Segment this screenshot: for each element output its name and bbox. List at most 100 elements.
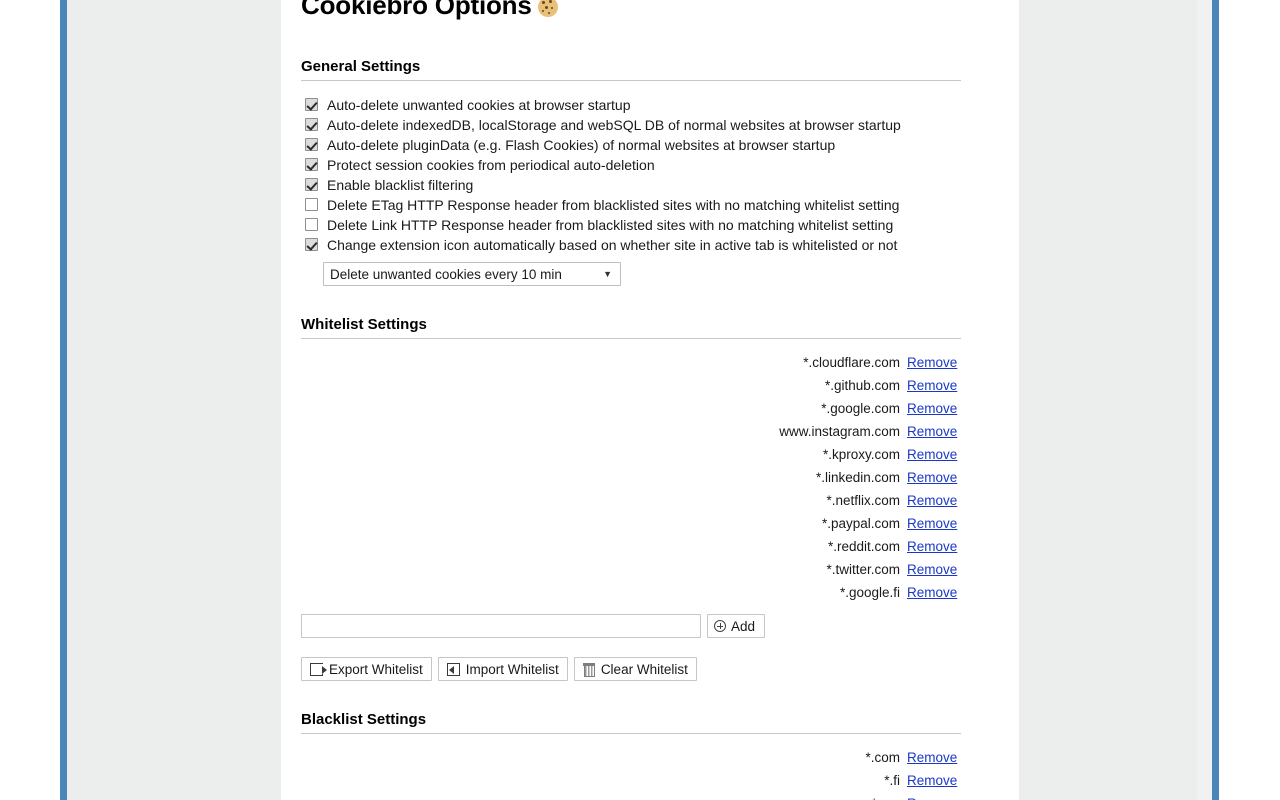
import-whitelist-label: Import Whitelist — [466, 662, 559, 677]
blacklist-domain: *.fi — [884, 773, 900, 788]
whitelist-remove-link[interactable]: Remove — [907, 424, 961, 439]
blacklist-remove-link[interactable]: Remove — [907, 796, 961, 800]
whitelist-row: www.instagram.com Remove — [301, 424, 961, 447]
general-settings-heading: General Settings — [301, 58, 961, 81]
chevron-down-icon: ▼ — [603, 269, 612, 279]
checkbox-change-extension-icon[interactable] — [305, 238, 318, 251]
whitelist-settings-heading: Whitelist Settings — [301, 316, 961, 339]
export-icon — [310, 663, 323, 676]
options-content-card: Cookiebro Options General Settings Auto-… — [281, 0, 1019, 800]
whitelist-row: *.linkedin.com Remove — [301, 470, 961, 493]
setting-label: Enable blacklist filtering — [327, 175, 473, 195]
whitelist-remove-link[interactable]: Remove — [907, 447, 961, 462]
browser-viewport: Cookiebro Options General Settings Auto-… — [0, 0, 1280, 800]
blacklist-domain: *.com — [865, 750, 900, 765]
setting-label: Delete ETag HTTP Response header from bl… — [327, 195, 899, 215]
setting-label: Change extension icon automatically base… — [327, 235, 897, 255]
checkbox-auto-delete-plugindata[interactable] — [305, 138, 318, 151]
whitelist-remove-link[interactable]: Remove — [907, 470, 961, 485]
whitelist-remove-link[interactable]: Remove — [907, 562, 961, 577]
cookie-icon — [538, 0, 558, 17]
setting-row[interactable]: Auto-delete unwanted cookies at browser … — [301, 95, 999, 115]
clear-whitelist-button[interactable]: Clear Whitelist — [574, 657, 697, 681]
window-border-left — [60, 0, 67, 800]
whitelist-remove-link[interactable]: Remove — [907, 378, 961, 393]
cookie-delete-interval-value: Delete unwanted cookies every 10 min — [330, 267, 562, 282]
page-title: Cookiebro Options — [301, 0, 558, 21]
whitelist-remove-link[interactable]: Remove — [907, 401, 961, 416]
trash-icon — [583, 663, 595, 676]
whitelist-domain: *.google.com — [821, 401, 900, 416]
whitelist-domain: *.google.fi — [840, 585, 900, 600]
whitelist-domain: www.instagram.com — [779, 424, 900, 439]
whitelist-domain: *.twitter.com — [826, 562, 900, 577]
whitelist-row: *.kproxy.com Remove — [301, 447, 961, 470]
blacklist-row: *.org Remove — [301, 796, 961, 800]
whitelist-add-button[interactable]: Add — [707, 614, 765, 638]
checkbox-delete-etag-header[interactable] — [305, 198, 318, 211]
whitelist-remove-link[interactable]: Remove — [907, 493, 961, 508]
whitelist-domain: *.linkedin.com — [816, 470, 900, 485]
blacklist-entries: *.com Remove *.fi Remove *.org Remove — [301, 750, 999, 800]
whitelist-add-row: Add — [301, 614, 961, 638]
whitelist-add-input[interactable] — [301, 614, 701, 638]
whitelist-row: *.reddit.com Remove — [301, 539, 961, 562]
setting-row[interactable]: Delete Link HTTP Response header from bl… — [301, 215, 999, 235]
circle-plus-icon — [714, 620, 726, 632]
setting-label: Auto-delete pluginData (e.g. Flash Cooki… — [327, 135, 835, 155]
whitelist-row: *.twitter.com Remove — [301, 562, 961, 585]
blacklist-remove-link[interactable]: Remove — [907, 773, 961, 788]
import-whitelist-button[interactable]: Import Whitelist — [438, 657, 568, 681]
setting-label: Protect session cookies from periodical … — [327, 155, 655, 175]
whitelist-domain: *.paypal.com — [822, 516, 900, 531]
setting-row[interactable]: Protect session cookies from periodical … — [301, 155, 999, 175]
whitelist-remove-link[interactable]: Remove — [907, 355, 961, 370]
clear-whitelist-label: Clear Whitelist — [601, 662, 688, 677]
window-outer-right — [1219, 0, 1280, 800]
whitelist-row: *.paypal.com Remove — [301, 516, 961, 539]
whitelist-remove-link[interactable]: Remove — [907, 585, 961, 600]
blacklist-row: *.com Remove — [301, 750, 961, 773]
whitelist-row: *.cloudflare.com Remove — [301, 355, 961, 378]
blacklist-remove-link[interactable]: Remove — [907, 750, 961, 765]
window-outer-left — [0, 0, 60, 800]
whitelist-remove-link[interactable]: Remove — [907, 539, 961, 554]
setting-row[interactable]: Enable blacklist filtering — [301, 175, 999, 195]
whitelist-row: *.google.fi Remove — [301, 585, 961, 608]
checkbox-enable-blacklist-filtering[interactable] — [305, 178, 318, 191]
whitelist-remove-link[interactable]: Remove — [907, 516, 961, 531]
whitelist-domain: *.netflix.com — [826, 493, 900, 508]
export-whitelist-label: Export Whitelist — [329, 662, 423, 677]
checkbox-auto-delete-cookies[interactable] — [305, 98, 318, 111]
setting-label: Auto-delete indexedDB, localStorage and … — [327, 115, 901, 135]
whitelist-row: *.google.com Remove — [301, 401, 961, 424]
whitelist-entries: *.cloudflare.com Remove *.github.com Rem… — [301, 355, 999, 608]
blacklist-domain: *.org — [871, 796, 900, 800]
checkbox-protect-session-cookies[interactable] — [305, 158, 318, 171]
checkbox-delete-link-header[interactable] — [305, 218, 318, 231]
setting-row[interactable]: Auto-delete pluginData (e.g. Flash Cooki… — [301, 135, 999, 155]
whitelist-domain: *.kproxy.com — [823, 447, 900, 462]
window-border-right — [1212, 0, 1219, 800]
blacklist-settings-heading: Blacklist Settings — [301, 711, 961, 734]
setting-row[interactable]: Change extension icon automatically base… — [301, 235, 999, 255]
cookie-delete-interval-select[interactable]: Delete unwanted cookies every 10 min ▼ — [323, 262, 621, 286]
whitelist-domain: *.cloudflare.com — [803, 355, 900, 370]
whitelist-row: *.github.com Remove — [301, 378, 961, 401]
page-title-text: Cookiebro Options — [301, 0, 532, 20]
import-icon — [447, 663, 460, 676]
setting-label: Delete Link HTTP Response header from bl… — [327, 215, 893, 235]
setting-row[interactable]: Auto-delete indexedDB, localStorage and … — [301, 115, 999, 135]
export-whitelist-button[interactable]: Export Whitelist — [301, 657, 432, 681]
setting-row[interactable]: Delete ETag HTTP Response header from bl… — [301, 195, 999, 215]
blacklist-row: *.fi Remove — [301, 773, 961, 796]
whitelist-action-buttons: Export Whitelist Import Whitelist Clear … — [301, 657, 999, 681]
checkbox-auto-delete-indexeddb[interactable] — [305, 118, 318, 131]
whitelist-add-button-label: Add — [731, 619, 755, 634]
general-settings-list: Auto-delete unwanted cookies at browser … — [301, 95, 999, 255]
whitelist-domain: *.reddit.com — [828, 539, 900, 554]
setting-label: Auto-delete unwanted cookies at browser … — [327, 95, 631, 115]
whitelist-row: *.netflix.com Remove — [301, 493, 961, 516]
scrollbar-track[interactable] — [1197, 0, 1212, 800]
whitelist-domain: *.github.com — [825, 378, 900, 393]
